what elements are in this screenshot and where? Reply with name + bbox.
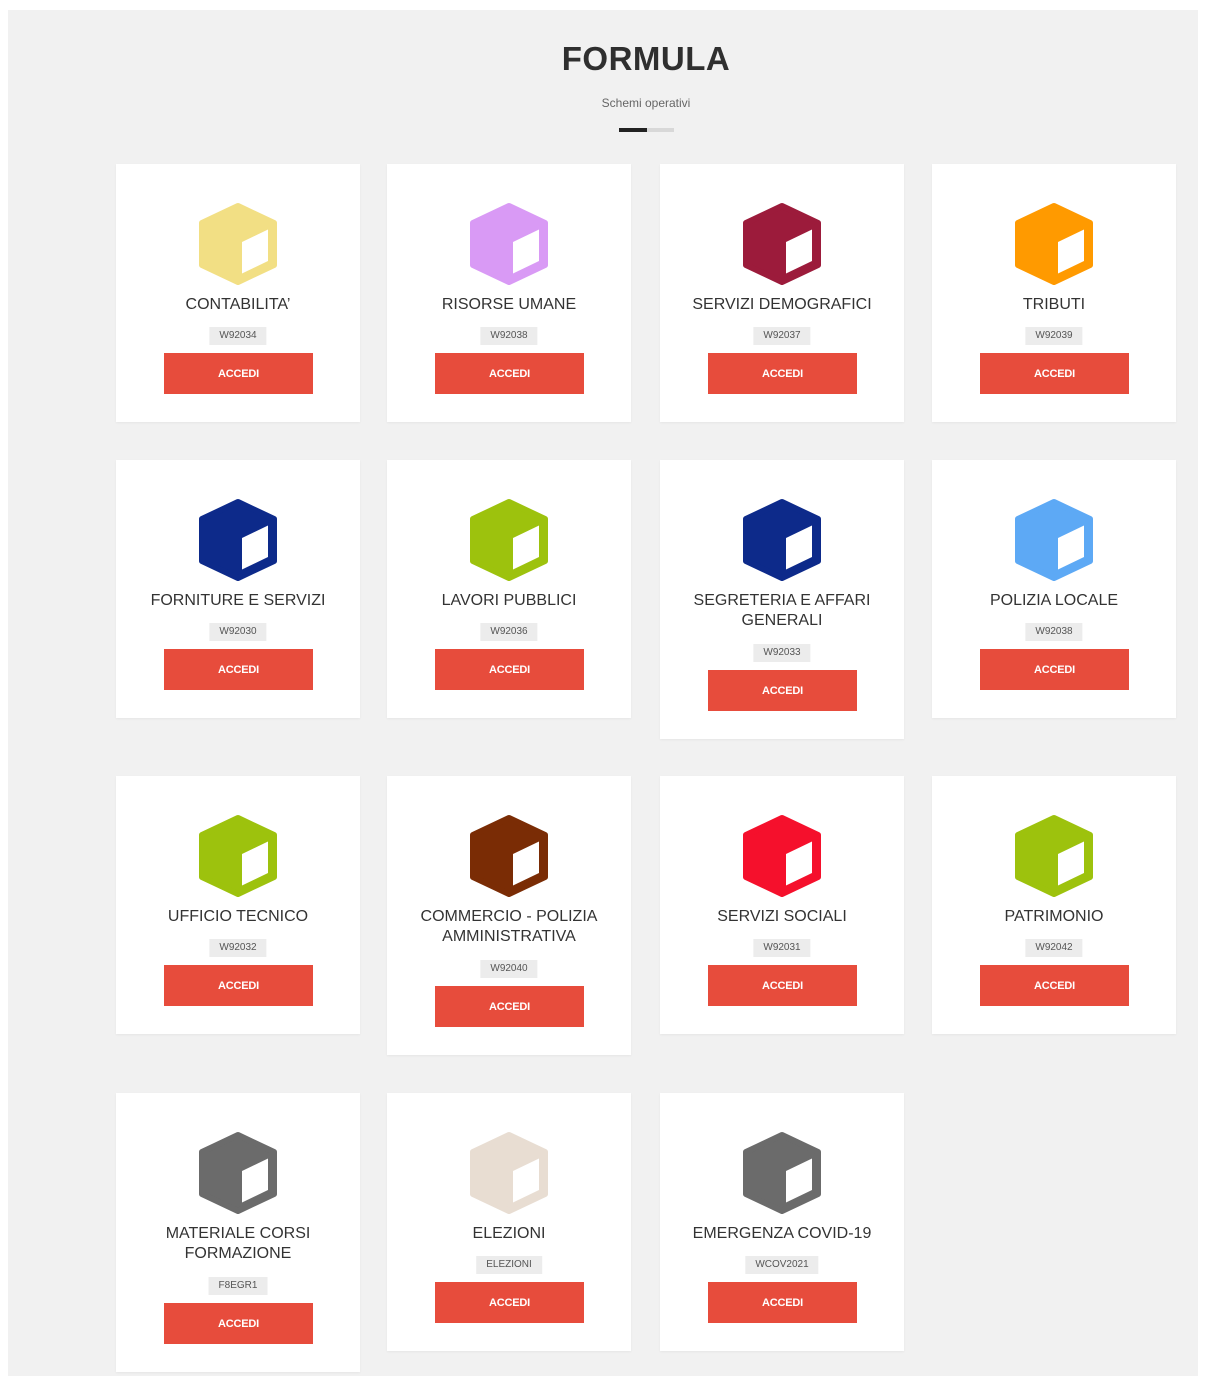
module-cube-icon	[467, 1131, 551, 1215]
accedi-button[interactable]: ACCEDI	[708, 353, 857, 394]
module-code-badge: W92037	[753, 327, 811, 345]
module-code-badge: WCOV2021	[745, 1256, 819, 1274]
accedi-button[interactable]: ACCEDI	[164, 353, 313, 394]
module-name: LAVORI PUBBLICI	[441, 592, 577, 609]
module-code-badge: W92036	[480, 623, 538, 641]
page-container: FORMULA Schemi operativi CONTABILITA’ W92…	[8, 10, 1198, 1376]
module-code-badge: W92040	[480, 960, 538, 978]
module-name: COMMERCIO - POLIZIA AMMINISTRATIVA	[420, 908, 598, 945]
cube-icon	[1015, 499, 1093, 581]
module-cube-icon	[467, 202, 551, 286]
module-code-badge: W92042	[1025, 939, 1083, 957]
accedi-button[interactable]: ACCEDI	[435, 353, 584, 394]
cube-icon	[743, 1132, 821, 1214]
module-card: POLIZIA LOCALE W92038 ACCEDI	[932, 460, 1176, 718]
module-code-badge: W92031	[753, 939, 811, 957]
accedi-button[interactable]: ACCEDI	[708, 965, 857, 1006]
module-code-badge: W92039	[1025, 327, 1083, 345]
cube-icon	[199, 499, 277, 581]
module-code-badge: F8EGR1	[208, 1277, 268, 1295]
module-cube-icon	[196, 814, 280, 898]
module-cube-icon	[1012, 498, 1096, 582]
module-cube-icon	[196, 202, 280, 286]
module-name: SERVIZI SOCIALI	[717, 908, 847, 925]
accedi-button[interactable]: ACCEDI	[980, 649, 1129, 690]
module-cube-icon	[196, 498, 280, 582]
cube-icon	[743, 815, 821, 897]
module-name: SEGRETERIA E AFFARI GENERALI	[693, 592, 871, 629]
module-name: EMERGENZA COVID-19	[692, 1225, 872, 1242]
module-cube-icon	[467, 814, 551, 898]
accedi-button[interactable]: ACCEDI	[980, 965, 1129, 1006]
module-card: MATERIALE CORSI FORMAZIONE F8EGR1 ACCEDI	[116, 1093, 360, 1372]
accedi-button[interactable]: ACCEDI	[164, 965, 313, 1006]
module-card: RISORSE UMANE W92038 ACCEDI	[387, 164, 631, 422]
module-code-badge: W92034	[209, 327, 267, 345]
title-underline	[619, 128, 674, 132]
page-title: FORMULA	[561, 40, 731, 77]
module-card: LAVORI PUBBLICI W92036 ACCEDI	[387, 460, 631, 718]
cube-icon	[199, 203, 277, 285]
module-name: UFFICIO TECNICO	[167, 908, 309, 925]
module-cube-icon	[740, 202, 824, 286]
accedi-button[interactable]: ACCEDI	[164, 1303, 313, 1344]
module-code-badge: W92033	[753, 644, 811, 662]
module-code-badge: W92038	[1025, 623, 1083, 641]
accedi-button[interactable]: ACCEDI	[435, 1282, 584, 1323]
module-card: CONTABILITA’ W92034 ACCEDI	[116, 164, 360, 422]
module-cube-icon	[740, 814, 824, 898]
accedi-button[interactable]: ACCEDI	[435, 649, 584, 690]
module-card: FORNITURE E SERVIZI W92030 ACCEDI	[116, 460, 360, 718]
module-name: POLIZIA LOCALE	[989, 592, 1119, 609]
module-card: PATRIMONIO W92042 ACCEDI	[932, 776, 1176, 1034]
module-code-badge: ELEZIONI	[476, 1256, 542, 1274]
module-name: PATRIMONIO	[1004, 908, 1104, 925]
cube-icon	[1015, 203, 1093, 285]
cube-icon	[743, 499, 821, 581]
accedi-button[interactable]: ACCEDI	[164, 649, 313, 690]
cube-icon	[470, 203, 548, 285]
cube-icon	[743, 203, 821, 285]
module-card: UFFICIO TECNICO W92032 ACCEDI	[116, 776, 360, 1034]
module-code-badge: W92032	[209, 939, 267, 957]
module-name: ELEZIONI	[472, 1225, 546, 1242]
module-card: SERVIZI SOCIALI W92031 ACCEDI	[660, 776, 904, 1034]
cube-icon	[470, 815, 548, 897]
module-card: SERVIZI DEMOGRAFICI W92037 ACCEDI	[660, 164, 904, 422]
cube-icon	[199, 1132, 277, 1214]
cube-icon	[470, 1132, 548, 1214]
module-card: EMERGENZA COVID-19 WCOV2021 ACCEDI	[660, 1093, 904, 1351]
cube-icon	[470, 499, 548, 581]
module-cube-icon	[1012, 814, 1096, 898]
module-code-badge: W92038	[480, 327, 538, 345]
module-name: TRIBUTI	[1022, 296, 1086, 313]
cube-icon	[1015, 815, 1093, 897]
module-cube-icon	[740, 498, 824, 582]
module-cube-icon	[1012, 202, 1096, 286]
accedi-button[interactable]: ACCEDI	[708, 1282, 857, 1323]
module-card: ELEZIONI ELEZIONI ACCEDI	[387, 1093, 631, 1351]
accedi-button[interactable]: ACCEDI	[435, 986, 584, 1027]
accedi-button[interactable]: ACCEDI	[708, 670, 857, 711]
module-card: COMMERCIO - POLIZIA AMMINISTRATIVA W92040…	[387, 776, 631, 1055]
module-name: FORNITURE E SERVIZI	[150, 592, 326, 609]
module-name: CONTABILITA’	[185, 296, 291, 313]
module-name: MATERIALE CORSI FORMAZIONE	[165, 1225, 311, 1262]
page-subtitle: Schemi operativi	[601, 96, 691, 110]
module-card: SEGRETERIA E AFFARI GENERALI W92033 ACCEDI	[660, 460, 904, 739]
title-underline-accent	[619, 128, 647, 132]
accedi-button[interactable]: ACCEDI	[980, 353, 1129, 394]
module-name: RISORSE UMANE	[441, 296, 577, 313]
cube-icon	[199, 815, 277, 897]
module-cube-icon	[196, 1131, 280, 1215]
module-code-badge: W92030	[209, 623, 267, 641]
module-name: SERVIZI DEMOGRAFICI	[692, 296, 872, 313]
module-card: TRIBUTI W92039 ACCEDI	[932, 164, 1176, 422]
module-cube-icon	[467, 498, 551, 582]
module-cube-icon	[740, 1131, 824, 1215]
